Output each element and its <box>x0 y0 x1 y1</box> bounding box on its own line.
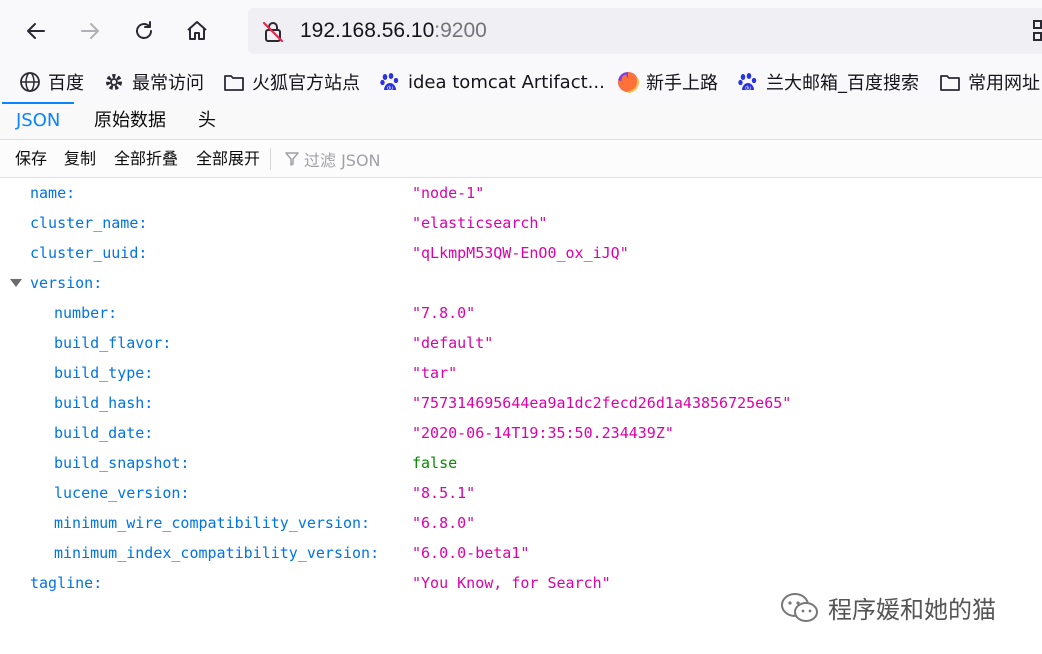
navigation-toolbar: 192.168.56.10:9200 <box>0 0 1042 62</box>
forward-icon <box>81 23 99 39</box>
back-button[interactable] <box>18 13 54 49</box>
home-icon <box>187 21 207 40</box>
globe-icon <box>18 70 42 94</box>
expand-all-button[interactable]: 全部展开 <box>196 147 260 171</box>
bookmark-idea-tomcat[interactable]: du idea tomcat Artifact... <box>378 68 605 96</box>
json-key: lucene_version: <box>54 484 190 502</box>
json-row-build-flavor[interactable]: build_flavor: "default" <box>0 328 1042 358</box>
bookmark-baidu[interactable]: 百度 <box>18 68 84 96</box>
save-button[interactable]: 保存 <box>15 147 47 171</box>
tab-headers[interactable]: 头 <box>184 102 230 140</box>
json-key: tagline: <box>30 574 103 592</box>
json-value: "tar" <box>412 364 458 382</box>
json-row-build-date[interactable]: build_date: "2020-06-14T19:35:50.234439Z… <box>0 418 1042 448</box>
json-value: "757314695644ea9a1dc2fecd26d1a43856725e6… <box>412 394 792 412</box>
json-viewer-tabs: JSON 原始数据 头 <box>0 102 1042 140</box>
json-row-number[interactable]: number: "7.8.0" <box>0 298 1042 328</box>
json-value: false <box>412 454 458 472</box>
toolbar-divider <box>270 148 271 170</box>
json-value: "elasticsearch" <box>412 214 548 232</box>
bookmark-getting-started[interactable]: 新手上路 <box>616 68 718 96</box>
bookmark-label: 火狐官方站点 <box>252 73 360 94</box>
json-value: "6.8.0" <box>412 514 476 532</box>
bookmark-lzu-mail[interactable]: du 兰大邮箱_百度搜索 <box>736 68 919 96</box>
bookmark-firefox-site[interactable]: 火狐官方站点 <box>222 68 360 96</box>
json-key: cluster_uuid: <box>30 244 148 262</box>
json-value: "node-1" <box>412 184 485 202</box>
json-value: "8.5.1" <box>412 484 476 502</box>
filter-placeholder: 过滤 JSON <box>304 151 381 170</box>
filter-icon <box>285 152 299 166</box>
json-key: build_flavor: <box>54 334 172 352</box>
json-key: build_type: <box>54 364 154 382</box>
json-value: "2020-06-14T19:35:50.234439Z" <box>412 424 674 442</box>
qr-code-icon[interactable] <box>1033 20 1042 46</box>
bookmark-label: idea tomcat Artifact... <box>408 71 605 93</box>
json-row-build-hash[interactable]: build_hash: "757314695644ea9a1dc2fecd26d… <box>0 388 1042 418</box>
json-key: minimum_index_compatibility_version: <box>54 544 380 562</box>
baidu-paw-icon: du <box>378 70 402 94</box>
json-row-build-type[interactable]: build_type: "tar" <box>0 358 1042 388</box>
json-row-cluster-name[interactable]: cluster_name: "elasticsearch" <box>0 208 1042 238</box>
json-key: build_snapshot: <box>54 454 190 472</box>
folder-icon <box>222 70 246 94</box>
reload-button[interactable] <box>126 13 162 49</box>
bookmark-label: 百度 <box>48 73 84 94</box>
svg-text:du: du <box>387 86 393 92</box>
bookmark-label: 常用网址 <box>968 73 1040 94</box>
bookmark-most-visited[interactable]: 最常访问 <box>102 68 204 96</box>
wechat-icon <box>781 592 818 622</box>
json-key: cluster_name: <box>30 214 148 232</box>
json-row-build-snapshot[interactable]: build_snapshot: false <box>0 448 1042 478</box>
bookmark-label: 兰大邮箱_百度搜索 <box>766 73 919 94</box>
insecure-lock-icon[interactable] <box>262 21 284 47</box>
expand-toggle-icon[interactable] <box>10 279 22 287</box>
tab-raw-data[interactable]: 原始数据 <box>80 102 180 140</box>
copy-button[interactable]: 复制 <box>64 147 96 171</box>
bookmarks-toolbar: 百度 最常访问 火狐官方站点 du idea tomcat Artifact..… <box>0 62 1042 102</box>
baidu-paw-icon: du <box>736 70 760 94</box>
url-port: :9200 <box>434 19 487 42</box>
url-text[interactable]: 192.168.56.10:9200 <box>300 18 487 44</box>
bookmark-common-sites[interactable]: 常用网址 <box>938 68 1040 96</box>
firefox-icon <box>616 70 640 94</box>
back-icon <box>27 23 45 39</box>
bookmark-label: 最常访问 <box>132 73 204 94</box>
reload-icon <box>136 21 152 39</box>
filter-json-input[interactable]: 过滤 JSON <box>284 147 381 171</box>
json-value: "6.0.0-beta1" <box>412 544 530 562</box>
json-key: number: <box>54 304 118 322</box>
json-row-min-wire-version[interactable]: minimum_wire_compatibility_version: "6.8… <box>0 508 1042 538</box>
json-row-min-index-version[interactable]: minimum_index_compatibility_version: "6.… <box>0 538 1042 568</box>
json-toolbar: 保存 复制 全部折叠 全部展开 过滤 JSON <box>0 140 1042 178</box>
json-row-version[interactable]: version: <box>0 268 1042 298</box>
home-button[interactable] <box>179 13 215 49</box>
watermark: 程序媛和她的猫 <box>780 590 996 625</box>
gear-icon <box>102 70 126 94</box>
forward-button[interactable] <box>72 13 108 49</box>
json-row-lucene-version[interactable]: lucene_version: "8.5.1" <box>0 478 1042 508</box>
json-value: "default" <box>412 334 494 352</box>
bookmark-label: 新手上路 <box>646 73 718 94</box>
json-value: "You Know, for Search" <box>412 574 611 592</box>
tab-json[interactable]: JSON <box>2 102 75 140</box>
json-key: minimum_wire_compatibility_version: <box>54 514 371 532</box>
json-row-name[interactable]: name: "node-1" <box>0 178 1042 208</box>
json-value: "7.8.0" <box>412 304 476 322</box>
folder-icon <box>938 70 962 94</box>
address-bar[interactable]: 192.168.56.10:9200 <box>248 8 1042 54</box>
json-key: name: <box>30 184 76 202</box>
json-key: build_hash: <box>54 394 154 412</box>
collapse-all-button[interactable]: 全部折叠 <box>114 147 178 171</box>
watermark-text: 程序媛和她的猫 <box>828 596 996 624</box>
svg-text:du: du <box>745 86 751 92</box>
json-key: build_date: <box>54 424 154 442</box>
url-host: 192.168.56.10 <box>300 19 435 42</box>
json-key: version: <box>30 274 103 292</box>
json-row-cluster-uuid[interactable]: cluster_uuid: "qLkmpM53QW-EnO0_ox_iJQ" <box>0 238 1042 268</box>
json-value: "qLkmpM53QW-EnO0_ox_iJQ" <box>412 244 629 262</box>
